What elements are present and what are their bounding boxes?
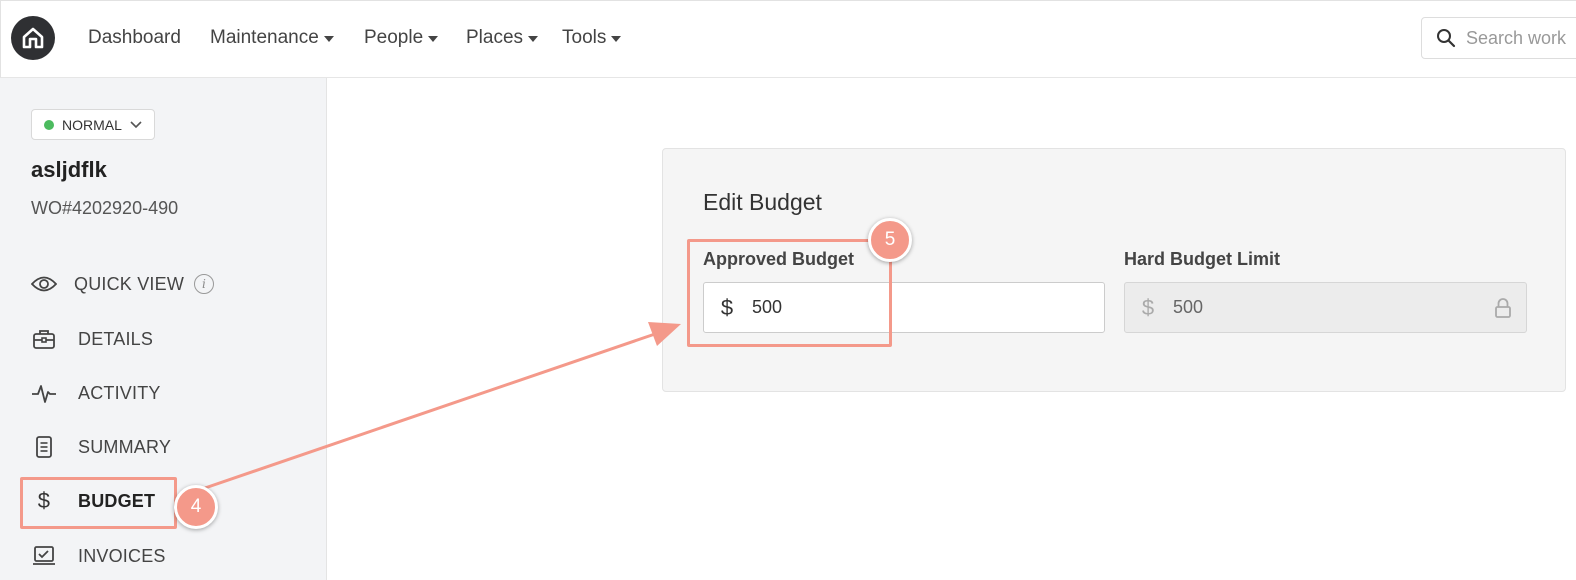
step-badge: 5	[868, 218, 912, 262]
step-badge: 4	[174, 485, 218, 529]
highlight-budget-nav	[20, 477, 177, 529]
highlight-approved-budget	[687, 239, 892, 347]
